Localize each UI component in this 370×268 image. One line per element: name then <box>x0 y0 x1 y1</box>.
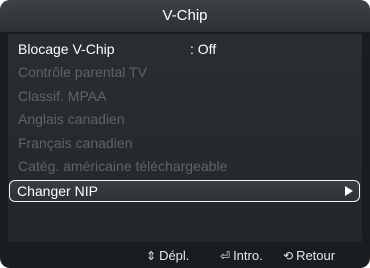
menu-item-value: : Off <box>190 41 217 57</box>
return-icon: ⟲ <box>283 249 294 263</box>
hint-move-label: Dépl. <box>159 248 190 263</box>
menu-item-categ-americaine: Catég. américaine téléchargeable <box>8 155 362 178</box>
menu-item-label: Anglais canadien <box>18 111 125 128</box>
menu-item-changer-nip[interactable]: Changer NIP <box>9 180 360 203</box>
enter-icon: ⏎ <box>220 249 231 263</box>
menu-item-label: Changer NIP <box>17 183 98 200</box>
vchip-menu-window: V-Chip Blocage V-Chip : Off Contrôle par… <box>0 0 370 268</box>
menu-item-francais-canadien: Français canadien <box>8 132 362 155</box>
menu-item-classif-mpaa: Classif. MPAA <box>8 85 362 108</box>
menu-item-label: Contrôle parental TV <box>18 64 147 81</box>
menu-item-label: Catég. américaine téléchargeable <box>18 157 228 174</box>
hint-enter: ⏎ Intro. <box>220 244 263 268</box>
updown-icon: ⇕ <box>146 249 157 263</box>
menu-list: Blocage V-Chip : Off Contrôle parental T… <box>8 38 362 203</box>
menu-item-label: Français canadien <box>18 134 133 151</box>
hint-enter-label: Intro. <box>233 248 263 263</box>
window-title: V-Chip <box>0 0 370 32</box>
menu-panel: Blocage V-Chip : Off Contrôle parental T… <box>8 34 362 242</box>
arrow-right-icon <box>345 186 353 197</box>
menu-item-blocage-vchip[interactable]: Blocage V-Chip : Off <box>8 38 362 61</box>
hint-return-label: Retour <box>296 248 336 263</box>
hint-return: ⟲ Retour <box>283 244 335 268</box>
hint-move: ⇕ Dépl. <box>146 244 189 268</box>
menu-item-anglais-canadien: Anglais canadien <box>8 108 362 131</box>
menu-item-label: Classif. MPAA <box>18 87 107 104</box>
footer-hints: ⇕ Dépl. ⏎ Intro. ⟲ Retour <box>0 244 370 268</box>
menu-item-controle-parental-tv: Contrôle parental TV <box>8 61 362 84</box>
menu-item-label: Blocage V-Chip <box>18 41 115 57</box>
